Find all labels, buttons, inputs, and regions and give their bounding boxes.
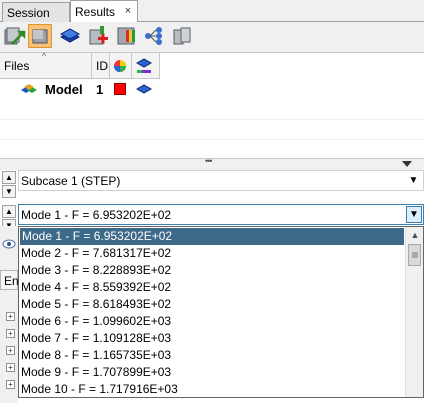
list-item[interactable]: Mode 8 - F = 1.165735E+03 (19, 347, 405, 364)
collapse-arrow-icon[interactable] (401, 160, 413, 168)
list-item[interactable]: Mode 7 - F = 1.109128E+03 (19, 330, 405, 347)
color-wheel-icon (114, 60, 126, 72)
display-mode-icon (136, 58, 152, 73)
chevron-down-icon[interactable]: ▼ (406, 173, 421, 188)
eye-icon[interactable] (2, 238, 16, 250)
list-item-label: Mode 1 - F = 6.953202E+02 (22, 229, 173, 243)
list-item[interactable]: Mode 3 - F = 8.228893E+02 (19, 262, 405, 279)
chevron-down-icon[interactable]: ▼ (406, 206, 422, 223)
expand-icon[interactable]: + (6, 312, 15, 321)
mode-dropdown-list: Mode 1 - F = 6.953202E+02 Mode 2 - F = 7… (18, 226, 424, 398)
tree-structure-icon[interactable] (142, 24, 166, 48)
list-item-label: Mode 4 - F = 8.559392E+02 (21, 280, 172, 294)
model-id: 1 (96, 82, 104, 97)
list-item[interactable]: Mode 2 - F = 7.681317E+02 (19, 245, 405, 262)
mode-select[interactable]: Mode 1 - F = 6.953202E+02 ▼ (18, 204, 424, 225)
files-grid: Files ^ ID Model 1 (0, 51, 424, 158)
sort-indicator-icon: ^ (42, 51, 47, 61)
list-item[interactable]: Mode 1 - F = 6.953202E+02 (20, 228, 404, 245)
mode-value: Mode 1 - F = 6.953202E+02 (21, 208, 172, 222)
model-icon (21, 84, 37, 93)
grid-divider (0, 119, 424, 120)
column-files[interactable]: Files ^ (0, 51, 92, 79)
subcase-next-button[interactable]: ▼ (2, 185, 16, 198)
grid-divider (0, 139, 424, 140)
list-item-label: Mode 5 - F = 8.618493E+02 (21, 297, 172, 311)
list-item-label: Mode 3 - F = 8.228893E+02 (21, 263, 172, 277)
expand-icon[interactable]: + (6, 346, 15, 355)
layer-icon[interactable] (58, 24, 82, 48)
list-item-label: Mode 7 - F = 1.109128E+03 (21, 331, 172, 345)
expand-icon[interactable]: + (6, 363, 15, 372)
list-item-label: Mode 10 - F = 1.717916E+03 (21, 382, 178, 396)
column-header-partial-label: En (4, 274, 19, 288)
mode-prev-button[interactable]: ▲ (2, 205, 16, 218)
close-icon[interactable]: × (122, 5, 134, 17)
grid-header: Files ^ ID (0, 51, 160, 79)
column-display[interactable] (132, 53, 160, 79)
contour-icon[interactable] (114, 24, 138, 48)
tab-session-label: Session (7, 6, 50, 20)
splitter-grip: ••• (205, 156, 213, 166)
subcase-select[interactable]: Subcase 1 (STEP) ▼ (18, 170, 424, 191)
tab-session[interactable]: Session (2, 2, 70, 22)
import-results-icon[interactable] (2, 24, 26, 48)
column-color[interactable] (110, 53, 132, 79)
display-shaded-icon[interactable] (136, 83, 152, 95)
expand-icon[interactable]: + (6, 329, 15, 338)
model-view-icon[interactable] (28, 24, 52, 48)
tab-results-label: Results (75, 5, 116, 19)
list-item[interactable]: Mode 5 - F = 8.618493E+02 (19, 296, 405, 313)
hidden-panel-strip: En + + + + + (0, 226, 19, 403)
column-id[interactable]: ID (92, 53, 110, 79)
list-item[interactable]: Mode 4 - F = 8.559392E+02 (19, 279, 405, 296)
scroll-up-icon[interactable]: ▲ (407, 227, 423, 243)
cylinders-icon[interactable] (170, 24, 194, 48)
list-item[interactable]: Mode 10 - F = 1.717916E+03 (19, 381, 405, 398)
model-name: Model (45, 82, 83, 97)
list-item-label: Mode 8 - F = 1.165735E+03 (21, 348, 172, 362)
vertical-scrollbar[interactable]: ▲ (405, 227, 423, 397)
list-item-label: Mode 9 - F = 1.707899E+03 (21, 365, 172, 379)
list-item[interactable]: Mode 9 - F = 1.707899E+03 (19, 364, 405, 381)
toolbar (0, 22, 424, 52)
add-results-icon[interactable] (86, 24, 110, 48)
subcase-prev-button[interactable]: ▲ (2, 171, 16, 184)
column-id-label: ID (96, 59, 108, 73)
list-item-label: Mode 6 - F = 1.099602E+03 (21, 314, 172, 328)
list-item-label: Mode 2 - F = 7.681317E+02 (21, 246, 172, 260)
table-row[interactable]: Model 1 (0, 80, 424, 98)
panel-splitter[interactable]: ••• (0, 156, 424, 170)
list-item[interactable]: Mode 6 - F = 1.099602E+03 (19, 313, 405, 330)
scrollbar-thumb[interactable] (408, 244, 421, 266)
tab-bar: Session Results × (0, 0, 424, 23)
model-color-swatch[interactable] (114, 83, 126, 95)
subcase-value: Subcase 1 (STEP) (21, 174, 121, 188)
column-files-label: Files (4, 59, 30, 73)
column-header-partial: En (0, 270, 19, 290)
expand-icon[interactable]: + (6, 380, 15, 389)
